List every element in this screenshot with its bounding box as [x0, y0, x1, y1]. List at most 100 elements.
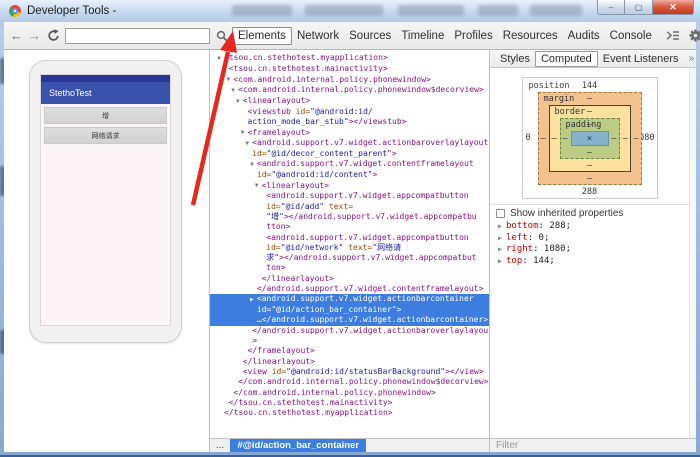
screencast-pane: StethoTest 增 网络请求: [4, 50, 210, 452]
tree-node-line[interactable]: ▼ <tsou.cn.stethotest.myapplication>: [210, 53, 489, 64]
tree-node-line[interactable]: <android.support.v7.widget.appcompatbutt…: [210, 191, 489, 201]
tab-network[interactable]: Network: [292, 28, 344, 44]
tree-node-line[interactable]: id="@id/network" text="网络请: [210, 243, 489, 253]
box-model-margin[interactable]: margin – – – – border – – – – padding – …: [537, 92, 642, 185]
styles-sidebar: Styles Computed Event Listeners » positi…: [489, 50, 696, 452]
computed-property-bottom[interactable]: ▶ bottom: 288;: [490, 221, 689, 233]
property-expand-icon[interactable]: ▶: [498, 244, 506, 256]
tree-node-line[interactable]: id="@android:id/content">: [210, 170, 489, 180]
expand-arrow-icon[interactable]: ▼: [233, 97, 243, 107]
tree-node-line[interactable]: </android.support.v7.widget.contentframe…: [210, 284, 489, 294]
tree-node-line[interactable]: </com.android.internal.policy.phonewindo…: [210, 388, 489, 398]
tree-node-line[interactable]: ▼ <linearlayout>: [210, 181, 489, 192]
tree-node-line[interactable]: <view id="@android:id/statusBarBackgroun…: [210, 367, 489, 377]
toolbar: ← → Elements Network Sources Timeline Profil…: [4, 22, 700, 50]
settings-gear-icon[interactable]: [689, 29, 700, 42]
tree-node-line[interactable]: </com.android.internal.policy.phonewindo…: [210, 377, 489, 387]
search-icon[interactable]: [216, 30, 228, 42]
tab-styles[interactable]: Styles: [495, 52, 535, 66]
tab-elements[interactable]: Elements: [232, 26, 292, 45]
device-frame: StethoTest 增 网络请求: [29, 60, 182, 343]
expand-arrow-icon[interactable]: ▼: [247, 160, 257, 170]
computed-properties-section: Show inherited properties ▶ bottom: 288; ▶…: [490, 204, 689, 267]
maximize-button[interactable]: ▢: [625, 0, 652, 15]
tree-node-line[interactable]: </tsou.cn.stethotest.myapplication>: [210, 408, 489, 418]
computed-property-top[interactable]: ▶ top: 144;: [490, 256, 689, 268]
tab-sources[interactable]: Sources: [344, 28, 396, 44]
tree-node-line[interactable]: <android.support.v7.widget.appcompatbutt…: [210, 233, 489, 243]
tree-node-line[interactable]: ▼ <android.support.v7.widget.contentframe…: [210, 159, 489, 170]
tab-console[interactable]: Console: [605, 28, 657, 44]
collapse-arrow-icon[interactable]: ▶: [247, 295, 257, 305]
expand-arrow-icon[interactable]: ▼: [252, 181, 262, 191]
tree-node-selected[interactable]: …</android.support.v7.widget.actionbarco…: [210, 315, 489, 326]
box-model-content[interactable]: ×: [570, 131, 609, 146]
tree-node-line[interactable]: ▼ <com.android.internal.policy.phonewindo…: [210, 85, 489, 96]
computed-property-left[interactable]: ▶ left: 0;: [490, 233, 689, 245]
tree-node-line[interactable]: <viewstub id="@android:id/: [210, 107, 489, 117]
computed-pane: position 144 288 0 1080 margin – – – – b…: [490, 68, 689, 438]
tree-node-line[interactable]: >: [210, 336, 489, 346]
tree-node-line[interactable]: </framelayout>: [210, 346, 489, 356]
tab-computed[interactable]: Computed: [534, 50, 598, 67]
tree-node-line[interactable]: ▼ <android.support.v7.widget.actionbarove…: [210, 138, 489, 149]
tree-node-line[interactable]: </linearlayout>: [210, 274, 489, 284]
title-bar: Developer Tools - – ▢ ✕: [0, 0, 700, 22]
tree-node-line[interactable]: "增"></android.support.v7.widget.appcompa…: [210, 212, 489, 222]
forward-icon[interactable]: →: [28, 29, 41, 42]
minimize-button[interactable]: –: [597, 0, 625, 15]
window-controls: – ▢ ✕: [597, 0, 694, 15]
tree-node-line[interactable]: 求"></android.support.v7.widget.appcompat…: [210, 253, 489, 263]
url-input[interactable]: [65, 27, 210, 44]
tree-node-selected[interactable]: ▶ <android.support.v7.widget.actionbarcon…: [210, 294, 489, 306]
tree-node-line[interactable]: tton>: [210, 222, 489, 232]
expand-arrow-icon[interactable]: ▼: [223, 75, 233, 85]
expand-arrow-icon[interactable]: ▼: [242, 139, 252, 149]
property-expand-icon[interactable]: ▶: [498, 233, 506, 245]
tab-timeline[interactable]: Timeline: [396, 28, 449, 44]
sidebar-scrollbar[interactable]: [689, 68, 696, 438]
tree-node-line[interactable]: </android.support.v7.widget.actionbarove…: [210, 326, 489, 336]
redacted-title-text: [478, 5, 518, 16]
sidebar-tabs-overflow-icon[interactable]: »: [684, 52, 700, 65]
tab-resources[interactable]: Resources: [498, 28, 563, 44]
console-drawer-icon[interactable]: [666, 30, 680, 41]
tree-node-line[interactable]: ▼ <linearlayout>: [210, 96, 489, 107]
box-model-padding[interactable]: padding – – – – ×: [559, 118, 620, 159]
expand-arrow-icon[interactable]: ▼: [219, 64, 229, 74]
breadcrumb-overflow[interactable]: ...: [210, 439, 230, 452]
reload-icon[interactable]: [47, 29, 60, 42]
property-expand-icon[interactable]: ▶: [498, 256, 506, 268]
tree-node-line[interactable]: ▼ <tsou.cn.stethotest.mainactivity>: [210, 64, 489, 75]
tab-audits[interactable]: Audits: [563, 28, 605, 44]
tab-profiles[interactable]: Profiles: [449, 28, 497, 44]
property-expand-icon[interactable]: ▶: [498, 221, 506, 233]
expand-arrow-icon[interactable]: ▼: [214, 54, 224, 64]
computed-property-right[interactable]: ▶ right: 1080;: [490, 244, 689, 256]
tree-node-line[interactable]: id="@id/add" text=: [210, 202, 489, 212]
toolbar-right-icons: [657, 29, 700, 42]
tree-node-line[interactable]: </tsou.cn.stethotest.mainactivity>: [210, 398, 489, 408]
tree-node-line[interactable]: id="@id/decor_content_parent">: [210, 149, 489, 159]
tree-node-line[interactable]: ton>: [210, 263, 489, 273]
filter-bar[interactable]: Filter: [490, 438, 696, 452]
app-add-button[interactable]: 增: [44, 107, 167, 124]
expand-arrow-icon[interactable]: ▼: [238, 128, 248, 138]
tree-node-line[interactable]: ▼ <com.android.internal.policy.phonewindo…: [210, 75, 489, 86]
redacted-title-text: [305, 5, 383, 16]
show-inherited-checkbox[interactable]: [496, 209, 505, 218]
back-icon[interactable]: ←: [10, 29, 23, 42]
tree-node-line[interactable]: ▼ <framelayout>: [210, 128, 489, 139]
device-screen[interactable]: StethoTest 增 网络请求: [40, 74, 171, 326]
screencast-nav: ← →: [4, 27, 210, 44]
breadcrumb-selected-crumb[interactable]: #@id/action_bar_container: [230, 439, 367, 452]
close-button[interactable]: ✕: [652, 0, 694, 15]
expand-arrow-icon[interactable]: ▼: [228, 86, 238, 96]
tab-event-listeners[interactable]: Event Listeners: [598, 52, 684, 66]
tree-node-selected[interactable]: id="@id/action_bar_container">: [210, 305, 489, 316]
tree-node-line[interactable]: </linearlayout>: [210, 357, 489, 367]
tree-node-line[interactable]: action_mode_bar_stub"></viewstub>: [210, 117, 489, 127]
box-model-border[interactable]: border – – – – padding – – – – ×: [548, 105, 631, 172]
app-network-button[interactable]: 网络请求: [44, 127, 167, 144]
devtools-window: Developer Tools - – ▢ ✕ ← → Elements Netw…: [0, 0, 700, 457]
